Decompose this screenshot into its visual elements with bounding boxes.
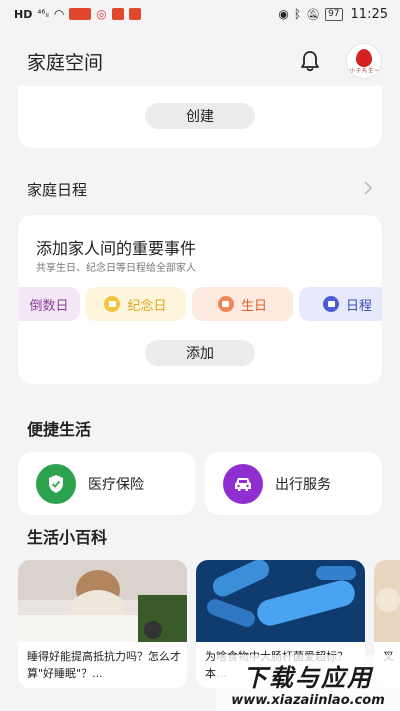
watermark: 下载与应用 www.xiazaiinlao.com	[216, 655, 400, 711]
header-actions: 小 子 先 生 ~	[298, 43, 382, 79]
food-photo	[374, 560, 400, 642]
app-header: 家庭空间 小 子 先 生 ~	[0, 36, 400, 86]
event-title: 添加家人间的重要事件	[36, 239, 197, 258]
calendar-icon	[104, 296, 121, 312]
shield-icon	[36, 463, 76, 504]
notification-icon: ◎	[96, 7, 107, 21]
watermark-url: www.xiazaiinlao.com	[231, 693, 385, 708]
battery-icon: 97	[325, 7, 343, 21]
wiki-article[interactable]: 睡得好能提高抵抗力吗？怎么才算"好睡眠"？...	[18, 560, 187, 688]
app-notification-icon	[69, 8, 92, 20]
chip-label: 生日	[240, 298, 267, 314]
app-notification-icon	[128, 8, 141, 20]
page-title: 家庭空间	[27, 51, 104, 74]
watermark-title: 下载与应用	[243, 664, 373, 692]
cake-icon	[217, 296, 234, 312]
chip-anniversary[interactable]: 纪念日	[85, 287, 186, 321]
avatar[interactable]: 小 子 先 生 ~	[346, 43, 382, 79]
app-notification-icon	[111, 8, 124, 20]
sleep-photo	[18, 560, 187, 642]
car-icon	[223, 463, 263, 504]
section-title-wiki: 生活小百科	[27, 528, 108, 547]
drop-logo-icon	[356, 49, 372, 67]
article-title: 睡得好能提高抵抗力吗？怎么才算"好睡眠"？...	[27, 650, 181, 680]
event-subtitle: 共享生日、纪念日等日程给全部家人	[36, 263, 196, 274]
status-bar: HD ⁴⁶ᵢₗ ◠ ◎ ◉ ᛒ 🔕︎ 97 11:25	[0, 0, 400, 28]
chip-label: 日程	[346, 298, 373, 314]
section-title-quick-life: 便捷生活	[27, 420, 92, 439]
status-left: HD ⁴⁶ᵢₗ ◠ ◎	[14, 7, 141, 21]
chip-birthday[interactable]: 生日	[192, 287, 293, 321]
hd-icon: HD	[14, 7, 33, 21]
eye-icon: ◉	[278, 7, 289, 21]
bell-icon[interactable]	[298, 49, 322, 73]
create-button[interactable]: 创建	[145, 103, 255, 129]
clock: 11:25	[350, 6, 388, 22]
section-title-schedule: 家庭日程	[27, 181, 88, 199]
avatar-caption: 小 子 先 生 ~	[349, 68, 379, 74]
chip-countdown[interactable]: 倒数日	[18, 287, 80, 321]
chip-schedule[interactable]: 日程	[299, 287, 382, 321]
signal-icon: ⁴⁶ᵢₗ	[37, 8, 49, 20]
mute-icon: 🔕︎	[306, 7, 321, 21]
service-label: 出行服务	[275, 476, 331, 493]
chevron-right-icon[interactable]	[362, 180, 374, 200]
service-medical-insurance[interactable]: 医疗保险	[18, 452, 195, 515]
wifi-icon: ◠	[53, 7, 65, 21]
chip-label: 纪念日	[127, 298, 167, 314]
service-label: 医疗保险	[88, 476, 144, 493]
status-right: ◉ ᛒ 🔕︎ 97 11:25	[278, 7, 388, 22]
bluetooth-icon: ᛒ	[293, 7, 302, 21]
service-travel[interactable]: 出行服务	[205, 452, 382, 515]
schedule-icon	[323, 296, 339, 312]
bacteria-photo	[196, 560, 365, 642]
add-button[interactable]: 添加	[145, 340, 255, 366]
chip-label: 倒数日	[29, 298, 69, 314]
